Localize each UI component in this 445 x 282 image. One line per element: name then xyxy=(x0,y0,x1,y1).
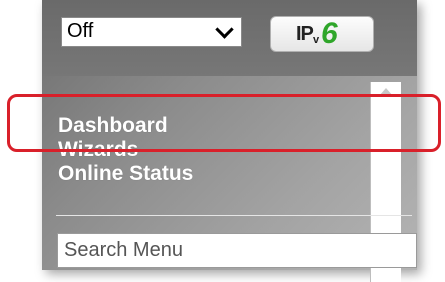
sidebar-item-online-status[interactable]: Online Status xyxy=(56,160,406,187)
ipv6-logo-six: 6 xyxy=(321,17,338,50)
mode-select[interactable]: Off xyxy=(61,17,242,47)
ipv6-logo-ip: IP xyxy=(296,23,314,45)
search-menu-field[interactable] xyxy=(57,233,417,268)
menu-divider xyxy=(56,215,412,216)
sidebar-item-label: Online Status xyxy=(58,162,194,185)
mode-select-value: Off xyxy=(67,20,94,42)
search-input[interactable] xyxy=(58,234,416,267)
ipv6-logo-v: v xyxy=(313,34,320,46)
ipv6-button[interactable]: IP v 6 xyxy=(270,16,374,52)
chevron-down-icon xyxy=(215,20,234,39)
highlight-box xyxy=(7,94,441,152)
